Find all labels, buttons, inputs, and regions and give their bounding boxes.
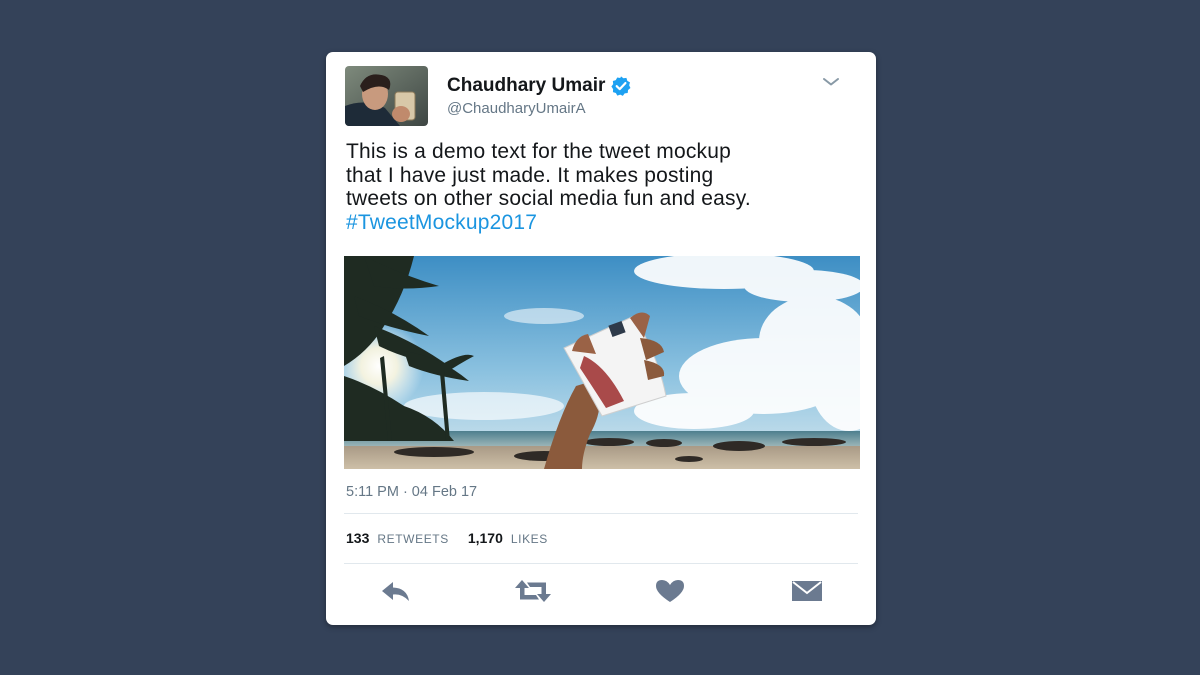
hashtag-link[interactable]: #TweetMockup2017 (346, 211, 861, 235)
retweet-icon (515, 580, 551, 602)
retweet-button[interactable] (512, 576, 552, 606)
display-name[interactable]: Chaudhary Umair (447, 75, 605, 97)
avatar-image (345, 66, 428, 126)
heart-icon (656, 580, 684, 602)
tweet-text: This is a demo text for the tweet mockup… (346, 140, 861, 234)
likes-count: 1,170 (467, 530, 503, 546)
verified-badge-icon (611, 76, 631, 96)
tweet-card: Chaudhary Umair @ChaudharyUmairA This is… (326, 52, 876, 625)
retweets-stat[interactable]: 133 RETWEETS (346, 530, 449, 546)
tweet-text-line: This is a demo text for the tweet mockup (346, 140, 731, 163)
tweet-text-line: tweets on other social media fun and eas… (346, 187, 751, 210)
reply-button[interactable] (376, 576, 416, 606)
retweets-count: 133 (346, 530, 370, 546)
reply-icon (382, 582, 409, 601)
avatar[interactable] (345, 66, 428, 126)
chevron-down-icon[interactable] (820, 72, 842, 92)
tweet-text-line: that I have just made. It makes posting (346, 163, 714, 187)
divider (344, 513, 858, 514)
beach-photo (344, 256, 860, 469)
divider (344, 563, 858, 564)
tweet-photo[interactable] (344, 256, 860, 469)
tweet-timestamp[interactable]: 5:11 PM · 04 Feb 17 (346, 484, 477, 500)
like-button[interactable] (650, 576, 690, 606)
envelope-icon (792, 581, 822, 601)
retweets-label: RETWEETS (377, 532, 449, 546)
likes-label: LIKES (510, 532, 548, 546)
message-button[interactable] (787, 576, 827, 606)
author-name-row[interactable]: Chaudhary Umair (447, 74, 632, 98)
engagement-stats: 133 RETWEETS 1,170 LIKES (346, 530, 567, 546)
handle[interactable]: @ChaudharyUmairA (447, 100, 586, 117)
likes-stat[interactable]: 1,170 LIKES (468, 530, 548, 546)
